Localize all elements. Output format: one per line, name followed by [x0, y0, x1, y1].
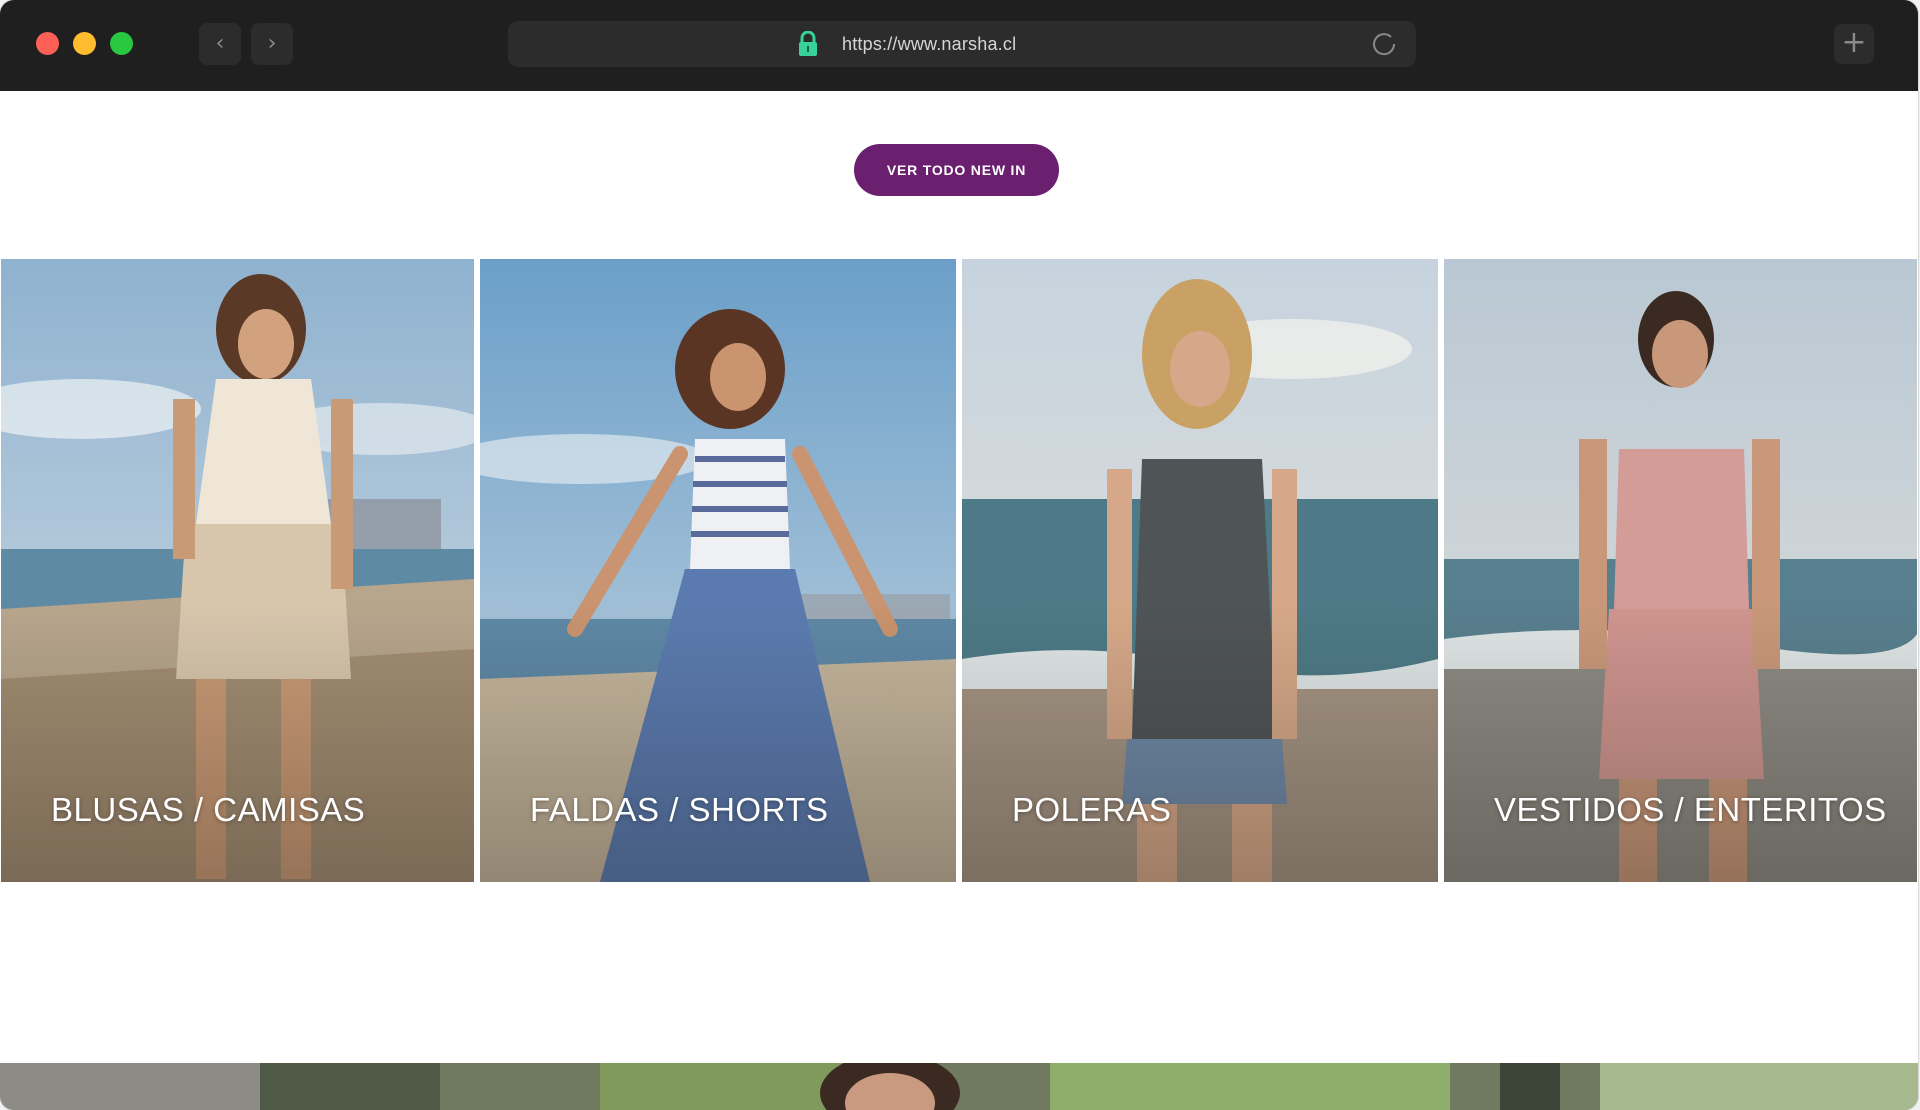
- category-tile-poleras[interactable]: POLERAS: [962, 259, 1438, 882]
- category-label: BLUSAS / CAMISAS: [51, 791, 366, 828]
- browser-toolbar: ‹ › https://www.narsha.cl +: [0, 0, 1918, 91]
- new-tab-button[interactable]: +: [1834, 24, 1874, 64]
- forward-button[interactable]: ›: [251, 23, 293, 65]
- banner-photo: [0, 1063, 1918, 1110]
- category-label: POLERAS: [1012, 791, 1172, 828]
- url-text[interactable]: https://www.narsha.cl: [842, 21, 1016, 67]
- browser-window: ‹ › https://www.narsha.cl + VER TODO NEW…: [0, 0, 1918, 1110]
- category-label: FALDAS / SHORTS: [530, 791, 829, 828]
- chevron-right-icon: ›: [267, 31, 277, 56]
- plus-icon: +: [1841, 25, 1867, 60]
- category-tile-blusas-camisas[interactable]: BLUSAS / CAMISAS: [1, 259, 474, 882]
- tile-shade: [1, 601, 474, 882]
- view-all-new-in-button[interactable]: VER TODO NEW IN: [854, 144, 1059, 196]
- back-button[interactable]: ‹: [199, 23, 241, 65]
- lock-icon: [799, 31, 817, 56]
- maximize-window-button[interactable]: [110, 32, 133, 55]
- category-grid: BLUSAS / CAMISAS FALDAS / SHORTS POLERAS…: [0, 259, 1918, 882]
- page-content: VER TODO NEW IN BLUSAS / CAMISAS FALDAS …: [0, 91, 1918, 1110]
- category-tile-vestidos-enteritos[interactable]: VESTIDOS / ENTERITOS: [1444, 259, 1917, 882]
- chevron-left-icon: ‹: [215, 31, 225, 56]
- next-section-banner: [0, 1063, 1918, 1110]
- category-tile-faldas-shorts[interactable]: FALDAS / SHORTS: [480, 259, 956, 882]
- close-window-button[interactable]: [36, 32, 59, 55]
- category-label: VESTIDOS / ENTERITOS: [1494, 791, 1887, 828]
- address-bar[interactable]: https://www.narsha.cl: [508, 21, 1416, 67]
- tile-shade: [1444, 601, 1917, 882]
- tile-shade: [480, 601, 956, 882]
- reload-icon[interactable]: [1370, 30, 1398, 58]
- minimize-window-button[interactable]: [73, 32, 96, 55]
- tile-shade: [962, 601, 1438, 882]
